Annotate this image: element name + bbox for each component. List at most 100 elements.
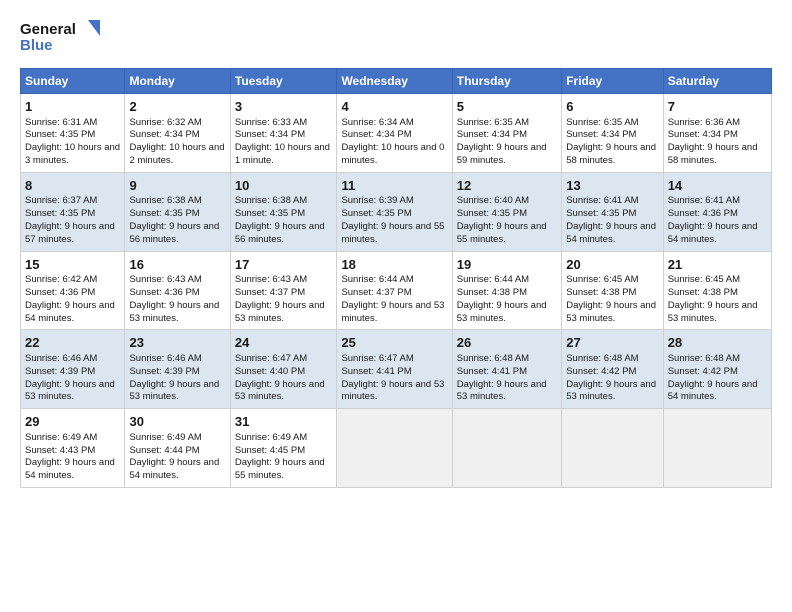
calendar-cell: 20Sunrise: 6:45 AMSunset: 4:38 PMDayligh… [562, 251, 663, 330]
calendar-cell: 31Sunrise: 6:49 AMSunset: 4:45 PMDayligh… [230, 409, 337, 488]
calendar-cell: 30Sunrise: 6:49 AMSunset: 4:44 PMDayligh… [125, 409, 230, 488]
daylight-text: Daylight: 10 hours and 0 minutes. [341, 142, 444, 166]
sunrise-text: Sunrise: 6:39 AM [341, 195, 413, 206]
sunset-text: Sunset: 4:34 PM [457, 129, 527, 140]
day-number: 16 [129, 256, 225, 274]
calendar-week-2: 8Sunrise: 6:37 AMSunset: 4:35 PMDaylight… [21, 172, 772, 251]
sunrise-text: Sunrise: 6:49 AM [235, 432, 307, 443]
day-number: 3 [235, 98, 333, 116]
sunrise-text: Sunrise: 6:48 AM [566, 353, 638, 364]
header-cell-wednesday: Wednesday [337, 69, 452, 94]
calendar-cell [562, 409, 663, 488]
calendar-cell: 28Sunrise: 6:48 AMSunset: 4:42 PMDayligh… [663, 330, 771, 409]
header-cell-thursday: Thursday [452, 69, 561, 94]
sunset-text: Sunset: 4:35 PM [341, 208, 411, 219]
sunset-text: Sunset: 4:36 PM [129, 287, 199, 298]
calendar-cell: 13Sunrise: 6:41 AMSunset: 4:35 PMDayligh… [562, 172, 663, 251]
daylight-text: Daylight: 9 hours and 53 minutes. [235, 379, 325, 403]
sunrise-text: Sunrise: 6:46 AM [129, 353, 201, 364]
sunrise-text: Sunrise: 6:32 AM [129, 117, 201, 128]
sunset-text: Sunset: 4:38 PM [668, 287, 738, 298]
calendar-cell: 1Sunrise: 6:31 AMSunset: 4:35 PMDaylight… [21, 94, 125, 173]
header-cell-friday: Friday [562, 69, 663, 94]
sunset-text: Sunset: 4:34 PM [235, 129, 305, 140]
sunset-text: Sunset: 4:35 PM [457, 208, 527, 219]
daylight-text: Daylight: 9 hours and 55 minutes. [341, 221, 444, 245]
sunset-text: Sunset: 4:35 PM [25, 129, 95, 140]
sunrise-text: Sunrise: 6:42 AM [25, 274, 97, 285]
sunset-text: Sunset: 4:40 PM [235, 366, 305, 377]
day-number: 30 [129, 413, 225, 431]
sunrise-text: Sunrise: 6:48 AM [668, 353, 740, 364]
day-number: 13 [566, 177, 658, 195]
daylight-text: Daylight: 9 hours and 54 minutes. [566, 221, 656, 245]
sunrise-text: Sunrise: 6:45 AM [566, 274, 638, 285]
calendar-week-4: 22Sunrise: 6:46 AMSunset: 4:39 PMDayligh… [21, 330, 772, 409]
sunrise-text: Sunrise: 6:49 AM [25, 432, 97, 443]
sunset-text: Sunset: 4:34 PM [129, 129, 199, 140]
sunrise-text: Sunrise: 6:35 AM [457, 117, 529, 128]
calendar-cell: 23Sunrise: 6:46 AMSunset: 4:39 PMDayligh… [125, 330, 230, 409]
sunset-text: Sunset: 4:36 PM [25, 287, 95, 298]
calendar-cell: 16Sunrise: 6:43 AMSunset: 4:36 PMDayligh… [125, 251, 230, 330]
day-number: 19 [457, 256, 557, 274]
sunrise-text: Sunrise: 6:31 AM [25, 117, 97, 128]
sunrise-text: Sunrise: 6:34 AM [341, 117, 413, 128]
daylight-text: Daylight: 9 hours and 53 minutes. [566, 379, 656, 403]
daylight-text: Daylight: 9 hours and 53 minutes. [566, 300, 656, 324]
sunrise-text: Sunrise: 6:35 AM [566, 117, 638, 128]
sunset-text: Sunset: 4:37 PM [235, 287, 305, 298]
day-number: 15 [25, 256, 120, 274]
day-number: 27 [566, 334, 658, 352]
sunset-text: Sunset: 4:34 PM [341, 129, 411, 140]
calendar-cell: 24Sunrise: 6:47 AMSunset: 4:40 PMDayligh… [230, 330, 337, 409]
daylight-text: Daylight: 9 hours and 54 minutes. [668, 221, 758, 245]
calendar-cell: 6Sunrise: 6:35 AMSunset: 4:34 PMDaylight… [562, 94, 663, 173]
header-cell-saturday: Saturday [663, 69, 771, 94]
daylight-text: Daylight: 9 hours and 53 minutes. [341, 300, 444, 324]
calendar-cell: 19Sunrise: 6:44 AMSunset: 4:38 PMDayligh… [452, 251, 561, 330]
day-number: 4 [341, 98, 447, 116]
sunset-text: Sunset: 4:34 PM [668, 129, 738, 140]
daylight-text: Daylight: 9 hours and 55 minutes. [235, 457, 325, 481]
day-number: 20 [566, 256, 658, 274]
daylight-text: Daylight: 9 hours and 57 minutes. [25, 221, 115, 245]
day-number: 11 [341, 177, 447, 195]
daylight-text: Daylight: 9 hours and 58 minutes. [668, 142, 758, 166]
day-number: 2 [129, 98, 225, 116]
calendar-cell: 5Sunrise: 6:35 AMSunset: 4:34 PMDaylight… [452, 94, 561, 173]
sunrise-text: Sunrise: 6:49 AM [129, 432, 201, 443]
daylight-text: Daylight: 9 hours and 53 minutes. [457, 300, 547, 324]
calendar-cell: 29Sunrise: 6:49 AMSunset: 4:43 PMDayligh… [21, 409, 125, 488]
calendar-cell: 18Sunrise: 6:44 AMSunset: 4:37 PMDayligh… [337, 251, 452, 330]
calendar-cell: 7Sunrise: 6:36 AMSunset: 4:34 PMDaylight… [663, 94, 771, 173]
sunrise-text: Sunrise: 6:33 AM [235, 117, 307, 128]
sunrise-text: Sunrise: 6:37 AM [25, 195, 97, 206]
calendar-cell: 26Sunrise: 6:48 AMSunset: 4:41 PMDayligh… [452, 330, 561, 409]
daylight-text: Daylight: 9 hours and 56 minutes. [129, 221, 219, 245]
daylight-text: Daylight: 9 hours and 56 minutes. [235, 221, 325, 245]
calendar-week-5: 29Sunrise: 6:49 AMSunset: 4:43 PMDayligh… [21, 409, 772, 488]
calendar-cell: 15Sunrise: 6:42 AMSunset: 4:36 PMDayligh… [21, 251, 125, 330]
daylight-text: Daylight: 10 hours and 1 minute. [235, 142, 330, 166]
page: General Blue SundayMondayTuesdayWednesda… [0, 0, 792, 612]
calendar-cell [452, 409, 561, 488]
sunset-text: Sunset: 4:39 PM [129, 366, 199, 377]
daylight-text: Daylight: 9 hours and 55 minutes. [457, 221, 547, 245]
header-cell-monday: Monday [125, 69, 230, 94]
sunset-text: Sunset: 4:42 PM [566, 366, 636, 377]
sunrise-text: Sunrise: 6:43 AM [129, 274, 201, 285]
sunset-text: Sunset: 4:43 PM [25, 445, 95, 456]
sunset-text: Sunset: 4:35 PM [235, 208, 305, 219]
sunset-text: Sunset: 4:39 PM [25, 366, 95, 377]
calendar-cell: 27Sunrise: 6:48 AM Sunset: 4:42 PM Dayligh… [562, 330, 663, 409]
day-number: 23 [129, 334, 225, 352]
calendar-cell: 14Sunrise: 6:41 AMSunset: 4:36 PMDayligh… [663, 172, 771, 251]
sunrise-text: Sunrise: 6:38 AM [129, 195, 201, 206]
daylight-text: Daylight: 9 hours and 53 minutes. [341, 379, 444, 403]
calendar-cell: 12Sunrise: 6:40 AMSunset: 4:35 PMDayligh… [452, 172, 561, 251]
svg-text:Blue: Blue [20, 37, 53, 54]
calendar-week-3: 15Sunrise: 6:42 AM Sunset: 4:36 PM Dayligh… [21, 251, 772, 330]
sunrise-text: Sunrise: 6:44 AM [457, 274, 529, 285]
daylight-text: Daylight: 10 hours and 2 minutes. [129, 142, 224, 166]
